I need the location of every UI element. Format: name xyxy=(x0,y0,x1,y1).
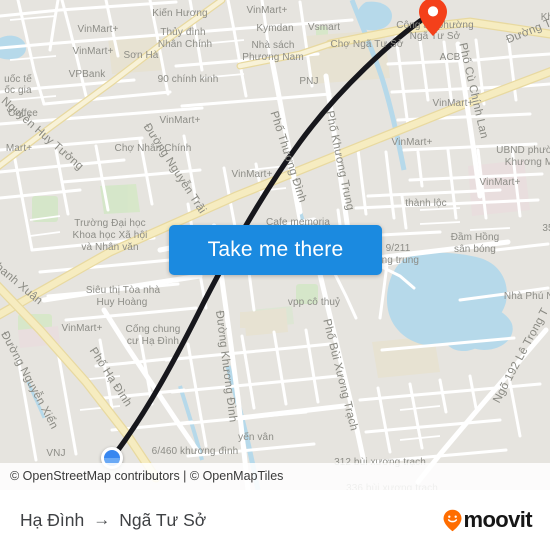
route-destination-label: Ngã Tư Sở xyxy=(119,509,207,530)
moovit-logo[interactable]: moovit xyxy=(443,507,533,533)
route-summary: Hạ Đình → Ngã Tư Sở xyxy=(20,510,206,531)
moovit-wordmark: moovit xyxy=(463,507,532,532)
map-attribution[interactable]: © OpenStreetMap contributors | © OpenMap… xyxy=(0,463,550,490)
map-canvas[interactable]: Kiến Hương VinMart+ Thủy đình Nhân Chính Vin… xyxy=(0,0,550,490)
route-origin-label: Hạ Đình xyxy=(20,509,85,530)
moovit-pin-icon xyxy=(443,509,462,532)
take-me-there-button[interactable]: Take me there xyxy=(169,225,382,275)
bottom-bar: Hạ Đình → Ngã Tư Sở moovit xyxy=(0,490,550,550)
arrow-right-icon: → xyxy=(93,509,111,529)
moovit-route-map-screen: Kiến Hương VinMart+ Thủy đình Nhân Chính Vin… xyxy=(0,0,550,550)
destination-marker[interactable] xyxy=(419,0,447,36)
